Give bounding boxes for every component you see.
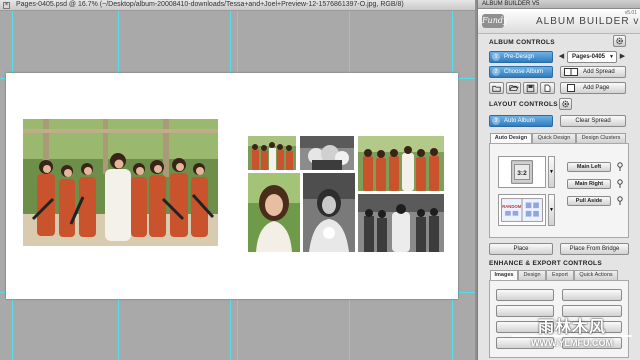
open-icon[interactable] (506, 82, 521, 94)
watermark-url: WWW.YLMFU.COM (531, 338, 613, 348)
pre-design-label: Pre-Design (504, 54, 535, 60)
gear-icon[interactable] (613, 35, 626, 47)
place-button[interactable]: Place (489, 243, 553, 255)
album-controls-label: ALBUM CONTROLS (489, 39, 555, 46)
enhance-tabs: Images Design Export Quick Actions (490, 270, 618, 280)
album-spread[interactable] (6, 73, 458, 299)
tab-images[interactable]: Images (490, 270, 518, 280)
pin-icon[interactable] (617, 162, 623, 171)
place-from-bridge-button[interactable]: Place From Bridge (560, 243, 629, 255)
tab-auto-design[interactable]: Auto Design (490, 133, 532, 143)
step-number: 2 (492, 68, 500, 76)
ratio-layout-thumbnail[interactable]: 3:2 (498, 156, 546, 188)
chevron-down-icon[interactable]: ▼ (548, 194, 555, 226)
app-title: ALBUM BUILDER v5 (536, 16, 640, 27)
add-page-button[interactable]: Add Page (560, 82, 626, 94)
bw-flowers-photo[interactable] (300, 136, 354, 170)
layout-controls-label: LAYOUT CONTROLS (489, 101, 558, 108)
main-right-button[interactable]: Main Right (567, 179, 611, 189)
watermark-title: 雨林木风 (537, 319, 606, 336)
random-label: RANDOM (502, 204, 521, 209)
album-builder-panel: ALBUM BUILDER V5 Fundy ALBUM BUILDER v5 … (477, 0, 640, 360)
pin-icon[interactable] (617, 196, 623, 205)
tab-quick-actions[interactable]: Quick Actions (574, 270, 618, 280)
group-photo[interactable] (23, 119, 218, 246)
prev-page-icon[interactable]: ◀ (558, 51, 565, 63)
layout-tabs: Auto Design Quick Design Design Clusters (490, 133, 626, 143)
tab-design-clusters[interactable]: Design Clusters (576, 133, 626, 143)
close-icon[interactable]: × (3, 2, 10, 9)
bride-portrait-photo[interactable] (248, 173, 300, 252)
choose-album-label: Choose Album (504, 69, 544, 75)
chevron-down-icon: ▼ (609, 54, 614, 60)
bridesmaids-photo[interactable] (248, 136, 296, 170)
images-action-button[interactable] (562, 289, 622, 301)
folder-icon[interactable] (489, 82, 504, 94)
add-spread-label: Add Spread (583, 69, 615, 75)
auto-design-panel: 3:2 ▼ RANDOM ▼ Main Left Main Right Pull… (489, 143, 629, 238)
next-page-icon[interactable]: ▶ (619, 51, 626, 63)
panel-titlebar: ALBUM BUILDER V5 (478, 0, 640, 9)
auto-album-label: Auto Album (504, 118, 535, 124)
choose-album-button[interactable]: 2 Choose Album (489, 66, 553, 78)
page-icon (567, 84, 575, 92)
tab-export[interactable]: Export (546, 270, 574, 280)
clear-spread-button[interactable]: Clear Spread (560, 115, 626, 127)
panel-window-title: ALBUM BUILDER V5 (482, 1, 540, 7)
add-page-label: Add Page (583, 85, 610, 91)
pull-aside-button[interactable]: Pull Aside (567, 196, 611, 206)
auto-album-button[interactable]: 3 Auto Album (489, 115, 553, 127)
page-select[interactable]: Pages-0405 ▼ (567, 51, 617, 63)
bw-group-photo[interactable] (358, 194, 444, 252)
enhance-export-label: ENHANCE & EXPORT CONTROLS (489, 260, 602, 267)
bw-bride-photo[interactable] (303, 173, 355, 252)
pre-design-button[interactable]: 1 Pre-Design (489, 51, 553, 63)
chevron-down-icon[interactable]: ▼ (548, 156, 555, 188)
gear-icon[interactable] (559, 98, 572, 110)
step-number: 3 (492, 117, 500, 125)
document-title: Pages-0405.psd @ 16.7% (~/Desktop/album-… (16, 1, 404, 8)
tab-quick-design[interactable]: Quick Design (532, 133, 576, 143)
ratio-label: 3:2 (517, 170, 527, 177)
panel-header: Fundy ALBUM BUILDER v5 v5.01 (478, 9, 640, 34)
bridesmaids-wide-photo[interactable] (358, 136, 444, 191)
brand-logo: Fundy (482, 14, 508, 28)
site-watermark: 雨林木风 WWW.YLMFU.COM (508, 313, 636, 355)
document-icon[interactable] (540, 82, 555, 94)
add-spread-button[interactable]: Add Spread (560, 66, 626, 78)
document-canvas[interactable] (0, 11, 475, 360)
pin-icon[interactable] (617, 179, 623, 188)
main-left-button[interactable]: Main Left (567, 162, 611, 172)
spread-icon (564, 68, 578, 76)
app-version: v5.01 (624, 10, 637, 16)
random-layout-thumbnail[interactable]: RANDOM (498, 194, 546, 226)
page-select-value: Pages-0405 (572, 54, 606, 60)
watermark-divider (512, 335, 632, 337)
tab-design[interactable]: Design (518, 270, 546, 280)
step-number: 1 (492, 53, 500, 61)
images-action-button[interactable] (496, 289, 554, 301)
document-titlebar: × Pages-0405.psd @ 16.7% (~/Desktop/albu… (0, 0, 475, 11)
save-icon[interactable] (523, 82, 538, 94)
